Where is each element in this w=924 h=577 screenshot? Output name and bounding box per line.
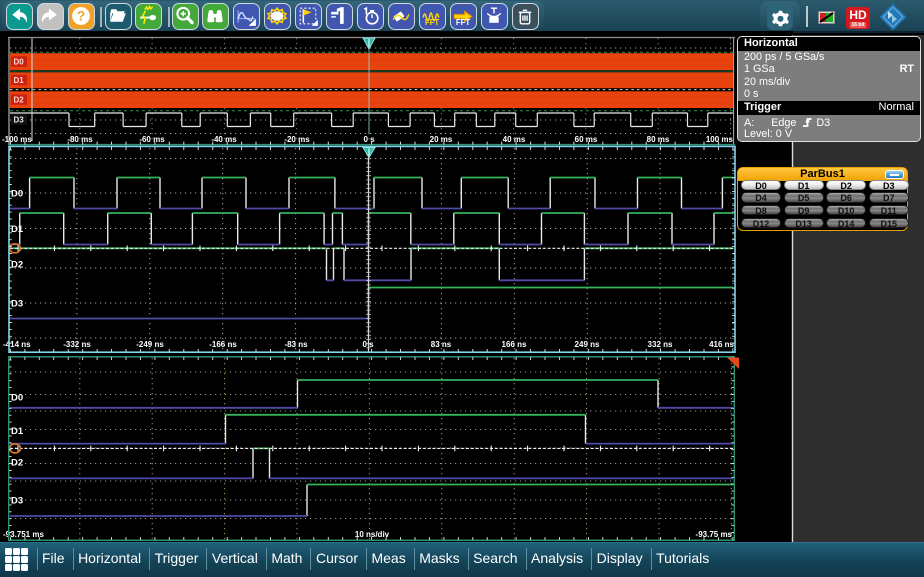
svg-text:416 ns: 416 ns	[709, 340, 734, 349]
svg-text:332 ns: 332 ns	[648, 340, 673, 349]
svg-text:10 ns/div: 10 ns/div	[355, 530, 390, 539]
svg-text:-166 ns: -166 ns	[209, 340, 237, 349]
svg-text:D2: D2	[11, 458, 23, 469]
svg-text:D0: D0	[11, 189, 23, 200]
svg-text:40 ms: 40 ms	[503, 135, 526, 144]
svg-text:-83 ns: -83 ns	[284, 340, 308, 349]
svg-text:-100 ms: -100 ms	[2, 135, 32, 144]
svg-text:-60 ms: -60 ms	[139, 135, 165, 144]
svg-text:D0: D0	[11, 393, 23, 404]
svg-text:?: ?	[76, 9, 84, 24]
svg-text:20 ms: 20 ms	[430, 135, 453, 144]
svg-text:-93.75 ms: -93.75 ms	[696, 530, 733, 539]
svg-text:D3: D3	[11, 299, 23, 310]
svg-text:-20 ms: -20 ms	[284, 135, 310, 144]
svg-text:D3: D3	[11, 496, 23, 507]
svg-text:-40 ms: -40 ms	[211, 135, 237, 144]
svg-text:D3: D3	[14, 116, 25, 125]
svg-text:FFT: FFT	[456, 18, 471, 27]
svg-text:-332 ns: -332 ns	[63, 340, 91, 349]
svg-text:100 ms: 100 ms	[706, 135, 734, 144]
svg-text:FFT: FFT	[425, 18, 440, 27]
svg-text:166 ns: 166 ns	[502, 340, 527, 349]
svg-text:-414 ns: -414 ns	[3, 340, 31, 349]
svg-text:0 s: 0 s	[363, 135, 375, 144]
svg-text:D1: D1	[14, 76, 25, 85]
svg-text:D2: D2	[11, 260, 23, 271]
svg-text:D2: D2	[14, 96, 25, 105]
svg-text:249 ns: 249 ns	[575, 340, 600, 349]
svg-text:-249 ns: -249 ns	[136, 340, 164, 349]
svg-text:60 ms: 60 ms	[575, 135, 598, 144]
svg-text:83 ns: 83 ns	[431, 340, 452, 349]
svg-text:-80 ms: -80 ms	[67, 135, 93, 144]
svg-text:D0: D0	[14, 58, 25, 67]
svg-text:D1: D1	[11, 426, 24, 437]
svg-text:D1: D1	[11, 224, 24, 235]
svg-text:0 s: 0 s	[362, 340, 374, 349]
svg-text:80 ms: 80 ms	[647, 135, 670, 144]
